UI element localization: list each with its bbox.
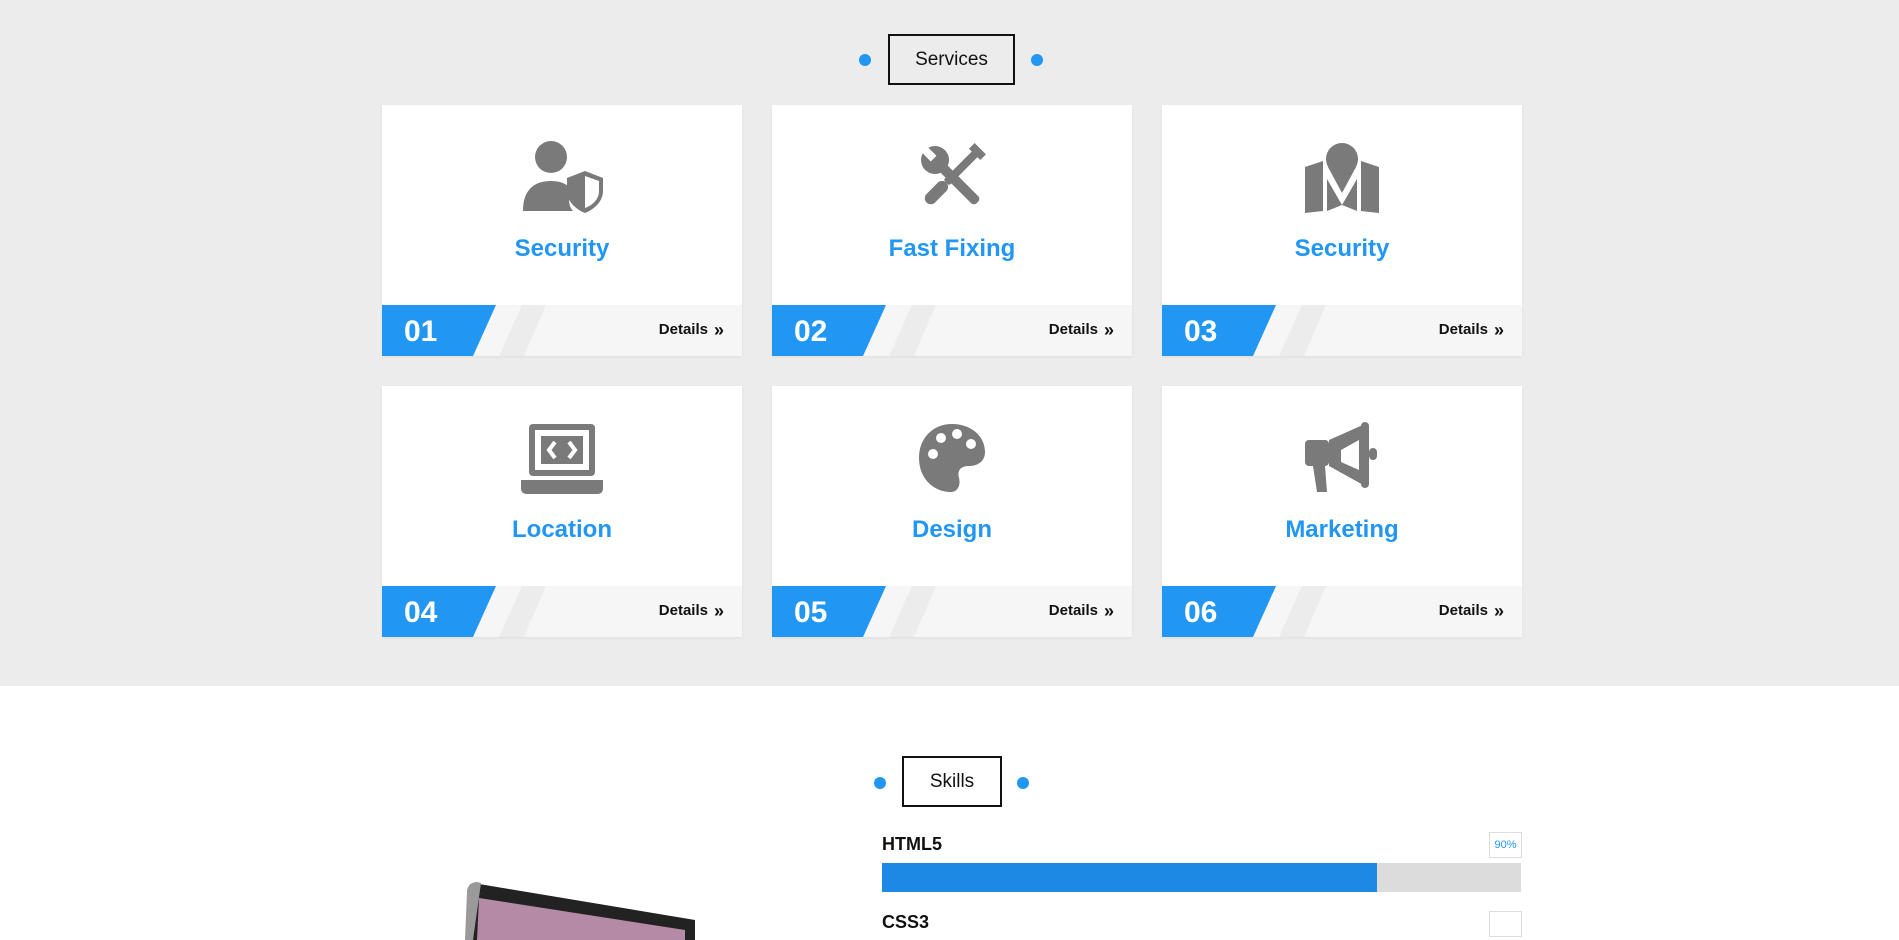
double-chevron-right-icon: » xyxy=(713,319,724,340)
service-card-footer: 05 Details » xyxy=(772,586,1132,637)
details-label: Details xyxy=(658,321,708,338)
service-card: Location 04 Details » xyxy=(382,386,742,637)
service-card-footer: 03 Details » xyxy=(1162,305,1522,356)
map-location-icon xyxy=(1162,141,1522,213)
service-card-number: 05 xyxy=(794,596,828,629)
skill-label-html5: HTML5 xyxy=(882,834,942,854)
details-link[interactable]: Details » xyxy=(658,600,724,621)
details-label: Details xyxy=(1438,321,1488,338)
skill-label-css3: CSS3 xyxy=(882,912,930,932)
laptop-code-icon xyxy=(382,422,742,494)
service-card: Marketing 06 Details » xyxy=(1162,386,1522,637)
skills-heading: Skills xyxy=(902,756,1002,807)
details-label: Details xyxy=(658,602,708,619)
service-card-footer: 04 Details » xyxy=(382,586,742,637)
service-card-footer: 01 Details » xyxy=(382,305,742,356)
service-card-title: Design xyxy=(911,516,992,543)
service-card-number: 03 xyxy=(1184,315,1218,348)
details-label: Details xyxy=(1438,602,1488,619)
details-label: Details xyxy=(1048,602,1098,619)
details-label: Details xyxy=(1048,321,1098,338)
double-chevron-right-icon: » xyxy=(1493,319,1504,340)
service-card-number: 04 xyxy=(404,596,438,629)
services-title-dot-right xyxy=(1031,54,1043,66)
tools-icon xyxy=(772,141,1132,213)
skills-title-dot-left xyxy=(874,777,886,789)
service-card-title: Fast Fixing xyxy=(888,235,1016,262)
user-shield-icon xyxy=(382,141,742,213)
megaphone-icon xyxy=(1162,422,1522,494)
service-card: Fast Fixing 02 Details » xyxy=(772,105,1132,356)
services-title-dot-left xyxy=(859,54,871,66)
skills-title-dot-right xyxy=(1017,777,1029,789)
service-card-title: Security xyxy=(514,235,610,262)
details-link[interactable]: Details » xyxy=(1048,600,1114,621)
service-card: Design 05 Details » xyxy=(772,386,1132,637)
skill-percent-badge: 90% xyxy=(1489,832,1522,858)
details-link[interactable]: Details » xyxy=(1438,600,1504,621)
double-chevron-right-icon: » xyxy=(1493,600,1504,621)
double-chevron-right-icon: » xyxy=(1103,319,1114,340)
services-heading: Services xyxy=(888,34,1015,85)
services-section: Services Security 01 Details » Fast Fixi… xyxy=(0,0,1899,686)
service-card: Security 03 Details » xyxy=(1162,105,1522,356)
skill-percent-badge xyxy=(1489,911,1522,937)
laptop-image xyxy=(465,882,695,940)
service-card-title: Marketing xyxy=(1285,516,1399,543)
service-card-title: Security xyxy=(1294,235,1390,262)
double-chevron-right-icon: » xyxy=(713,600,724,621)
details-link[interactable]: Details » xyxy=(658,319,724,340)
double-chevron-right-icon: » xyxy=(1103,600,1114,621)
skill-progress-fill xyxy=(882,863,1377,892)
skills-title: Skills xyxy=(902,756,1002,807)
palette-icon xyxy=(772,422,1132,494)
service-card-number: 01 xyxy=(404,315,438,348)
service-card-number: 02 xyxy=(794,315,828,348)
details-link[interactable]: Details » xyxy=(1048,319,1114,340)
service-card-footer: 02 Details » xyxy=(772,305,1132,356)
service-card: Security 01 Details » xyxy=(382,105,742,356)
service-card-title: Location xyxy=(512,516,612,543)
service-card-footer: 06 Details » xyxy=(1162,586,1522,637)
service-card-number: 06 xyxy=(1184,596,1218,629)
services-title: Services xyxy=(888,34,1015,85)
details-link[interactable]: Details » xyxy=(1438,319,1504,340)
skill-progress-track xyxy=(882,863,1521,892)
